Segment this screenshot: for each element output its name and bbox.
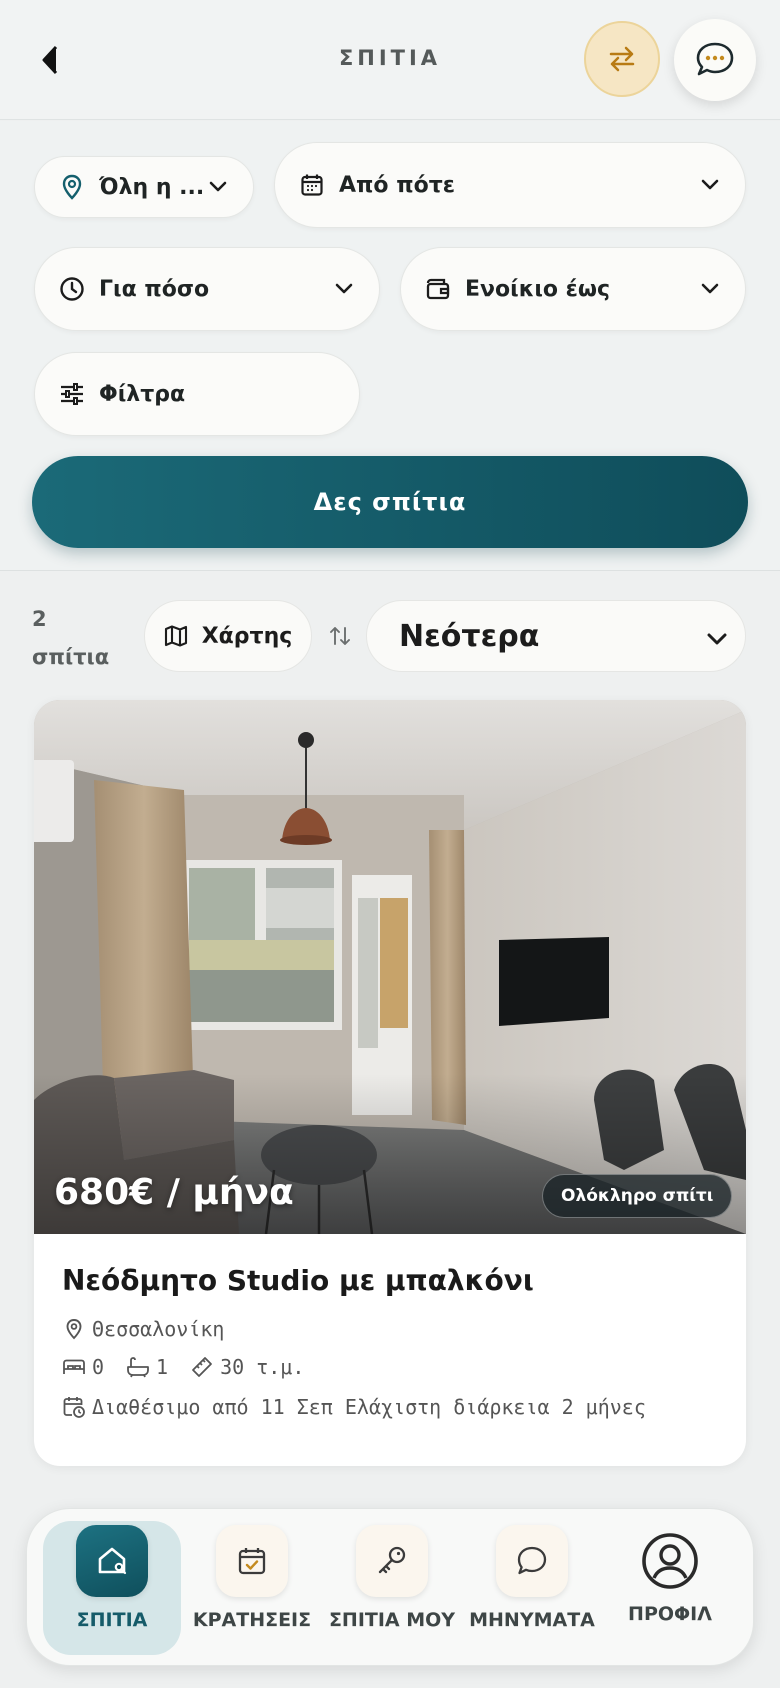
chevron-down-icon [207,176,229,198]
results-count: 2 σπίτια [32,600,122,676]
listing-location: Θεσσαλονίκη [62,1317,722,1341]
duration-dropdown[interactable]: Για πόσο [34,247,380,331]
bedrooms-count: 0 [92,1355,105,1379]
chevron-down-icon [333,278,355,300]
location-label: Όλη η ... [99,174,205,200]
sliders-icon [59,381,85,407]
more-filters-button[interactable]: Φίλτρα [34,352,360,436]
chevron-down-icon [699,174,721,196]
area-size: 30 τ.μ. [220,1355,305,1379]
bathrooms-count: 1 [156,1355,169,1379]
listing-features: 0 1 30 τ.μ. [62,1355,722,1379]
results-count-label: σπίτια [32,645,110,669]
bottom-navigation: ΣΠΙΤΙΑ ΚΡΑΤΗΣΕΙΣ ΣΠΙΤΙΑ ΜΟΥ ΜΗΝΥΜΑΤΑ ΠΡΟ… [26,1508,754,1666]
map-label: Χάρτης [201,623,293,649]
nav-item-messages[interactable]: ΜΗΝΥΜΑΤΑ [463,1521,601,1655]
listing-card[interactable]: 680€ / μήνα Ολόκληρο σπίτι Νεόδμητο Stud… [34,700,746,1466]
rent-max-label: Ενοίκιο έως [465,276,611,302]
calendar-icon [299,172,325,198]
chat-button[interactable] [674,19,756,101]
nav-label-profile: ΠΡΟΦΙΛ [628,1603,712,1625]
duration-label: Για πόσο [99,276,210,302]
listing-availability: Διαθέσιμο από 11 Σεπ Ελάχιστη διάρκεια 2… [62,1395,722,1419]
bed-icon [62,1355,86,1379]
nav-label-homes: ΣΠΙΤΙΑ [76,1609,148,1631]
listing-type-badge: Ολόκληρο σπίτι [542,1174,733,1218]
chat-bubble-icon [496,1525,568,1597]
location-pin-icon [62,1317,86,1341]
wallet-icon [425,276,451,302]
sort-select[interactable]: Νεότερα [366,600,746,672]
chat-bubble-icon [696,42,734,76]
key-icon [356,1525,428,1597]
from-date-label: Από πότε [339,172,456,198]
nav-item-my-homes[interactable]: ΣΠΙΤΙΑ ΜΟΥ [323,1521,461,1655]
sort-arrows-icon [326,620,354,652]
swap-arrows-icon [609,46,635,72]
user-avatar-icon [634,1525,706,1597]
nav-item-bookings[interactable]: ΚΡΑΤΗΣΕΙΣ [183,1521,321,1655]
map-button[interactable]: Χάρτης [144,600,312,672]
map-icon [164,625,187,647]
nav-label-my-homes: ΣΠΙΤΙΑ ΜΟΥ [328,1609,456,1631]
listing-photo[interactable]: 680€ / μήνα Ολόκληρο σπίτι [34,700,746,1234]
house-icon [76,1525,148,1597]
nav-label-bookings: ΚΡΑΤΗΣΕΙΣ [192,1609,312,1631]
nav-label-messages: ΜΗΝΥΜΑΤΑ [469,1609,595,1631]
calendar-clock-icon [62,1395,86,1419]
rent-max-dropdown[interactable]: Ενοίκιο έως [400,247,746,331]
ruler-icon [190,1355,214,1379]
listing-title: Νεόδμητο Studio με μπαλκόνι [62,1264,534,1297]
from-date-dropdown[interactable]: Από πότε [274,142,746,228]
calendar-check-icon [216,1525,288,1597]
search-filters: Όλη η ... Από πότε Για πόσο Ενοίκιο έως [0,121,780,571]
clock-icon [59,276,85,302]
top-bar: ΣΠΙΤΙΑ [0,0,780,120]
page-title: ΣΠΙΤΙΑ [338,46,442,70]
availability-text: Διαθέσιμο από 11 Σεπ Ελάχιστη διάρκεια 2… [92,1395,646,1419]
sort-selected-label: Νεότερα [399,618,540,654]
show-homes-button[interactable]: Δες σπίτια [32,456,748,548]
nav-item-homes[interactable]: ΣΠΙΤΙΑ [43,1521,181,1655]
listing-details: Νεόδμητο Studio με μπαλκόνι Θεσσαλονίκη … [62,1264,722,1419]
nav-item-profile[interactable]: ΠΡΟΦΙΛ [601,1521,739,1655]
results-count-number: 2 [32,607,47,631]
chevron-down-icon [707,619,727,654]
location-dropdown[interactable]: Όλη η ... [34,156,254,218]
location-pin-icon [59,174,85,200]
listing-price: 680€ / μήνα [54,1172,294,1213]
bathtub-icon [126,1355,150,1379]
chevron-down-icon [699,278,721,300]
switch-mode-button[interactable] [584,21,660,97]
listing-city: Θεσσαλονίκη [92,1317,225,1341]
filters-label: Φίλτρα [99,381,186,407]
